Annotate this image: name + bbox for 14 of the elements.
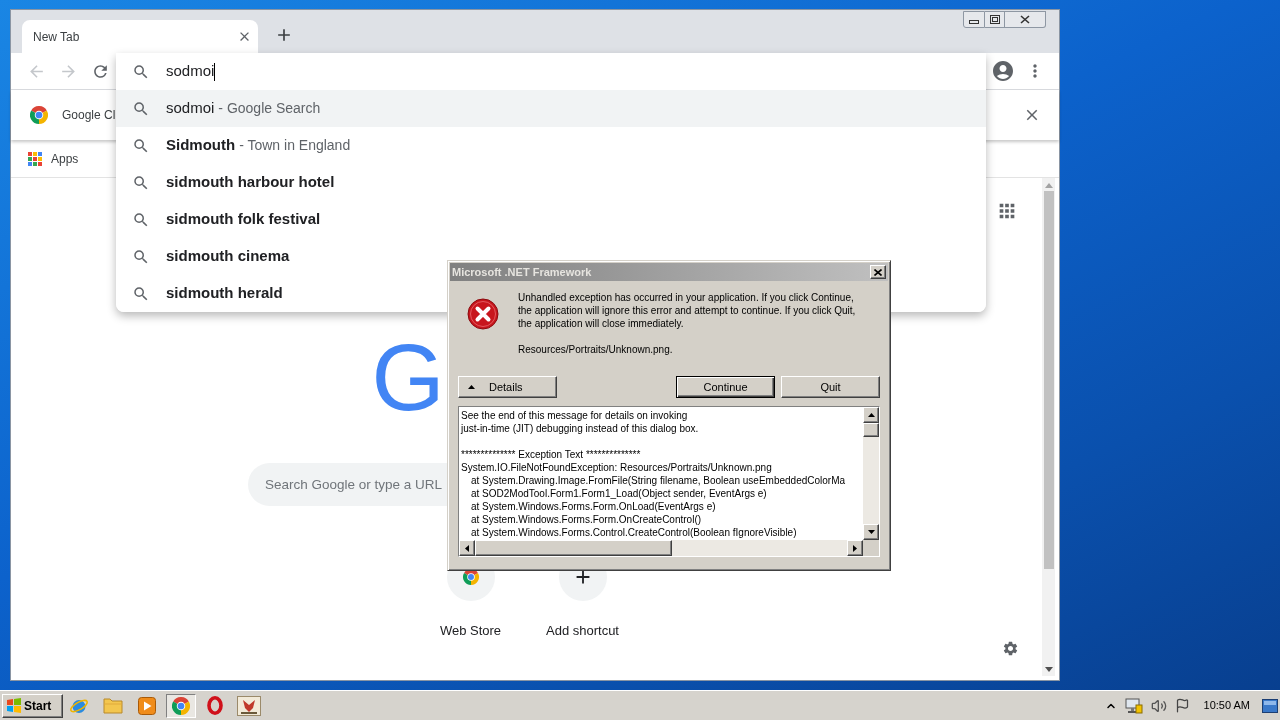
logo-letter: G: [371, 331, 445, 425]
details-line: ************** Exception Text **************: [461, 448, 641, 461]
error-file-path: Resources/Portraits/Unknown.png.: [518, 343, 674, 356]
details-line: at System.Windows.Forms.Form.OnCreateControl(): [470, 513, 702, 526]
shortcut-label: Add shortcut: [546, 621, 619, 640]
details-line: System.IO.FileNotFoundException: Resources/Portraits/Unknown.png: [461, 461, 772, 474]
shortcut-label: Web Store: [439, 621, 502, 640]
details-line: at System.Windows.Forms.Control.CreateControl(Boolean fIgnoreVisible): [470, 526, 797, 539]
details-line: at SOD2ModTool.Form1.Form1_Load(Object sender, EventArgs e): [470, 487, 767, 500]
details-line: just-in-time (JIT) debugging instead of this dialog box.: [461, 422, 699, 435]
details-line: at System.Windows.Forms.Form.OnLoad(EventArgs e): [470, 500, 716, 513]
details-line: at System.Drawing.Image.FromFile(String filename, Boolean useEmbeddedColorMa: [470, 474, 846, 487]
infobar-text: Google Cl: [62, 107, 116, 124]
details-line: See the end of this message for details on invoking: [461, 409, 688, 422]
